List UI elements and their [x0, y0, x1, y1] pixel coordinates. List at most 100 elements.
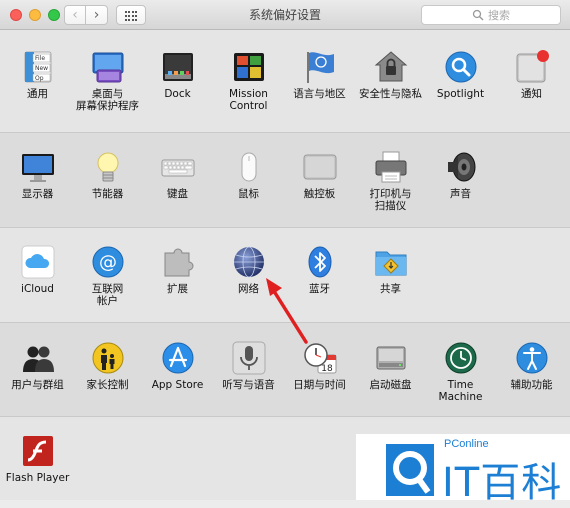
section-hardware: 显示器 节能器 键盘 鼠标 触控板 打印机与 扫描仪 声音: [0, 132, 570, 227]
pane-label: 家长控制: [86, 379, 129, 391]
pane-label: 听写与语音: [222, 379, 275, 391]
close-window-button[interactable]: [10, 9, 22, 21]
display-icon: [21, 150, 55, 184]
printer-icon: [374, 150, 408, 184]
svg-text:@: @: [99, 252, 117, 273]
pane-printers-scanners[interactable]: 打印机与 扫描仪: [355, 150, 426, 212]
pane-label: 通用: [27, 88, 48, 100]
pane-label: 显示器: [21, 188, 54, 200]
pane-general[interactable]: File New Op 通用: [2, 50, 73, 100]
keyboard-icon: [161, 150, 195, 184]
pane-label: Flash Player: [5, 472, 70, 484]
pane-displays[interactable]: 显示器: [2, 150, 73, 200]
pane-label: 共享: [380, 283, 401, 295]
watermark-brand: PConline: [444, 438, 489, 450]
pane-startup-disk[interactable]: 启动磁盘: [355, 341, 426, 391]
grid-icon: [125, 11, 137, 21]
minimize-window-button[interactable]: [29, 9, 41, 21]
bulb-icon: [91, 150, 125, 184]
show-all-button[interactable]: [116, 5, 146, 25]
pane-mission-control[interactable]: Mission Control: [213, 50, 284, 112]
microphone-icon: [232, 341, 266, 375]
disk-icon: [374, 341, 408, 375]
pane-energy-saver[interactable]: 节能器: [72, 150, 143, 200]
pane-network[interactable]: 网络: [213, 245, 284, 295]
pane-time-machine[interactable]: Time Machine: [425, 341, 496, 403]
zoom-window-button[interactable]: [48, 9, 60, 21]
pane-sound[interactable]: 声音: [425, 150, 496, 200]
pane-mouse[interactable]: 鼠标: [213, 150, 284, 200]
pane-icloud[interactable]: iCloud: [2, 245, 73, 295]
forward-button[interactable]: ›: [86, 5, 108, 25]
pane-language-region[interactable]: 语言与地区: [284, 50, 355, 100]
section-personal: File New Op 通用 桌面与 屏幕保护程序 Dock Mission Con…: [0, 30, 570, 132]
pane-app-store[interactable]: App Store: [142, 341, 213, 391]
chevron-right-icon: ›: [93, 7, 100, 23]
search-placeholder: 搜索: [488, 9, 510, 22]
flag-icon: [303, 50, 337, 84]
at-icon: @: [91, 245, 125, 279]
pane-users-groups[interactable]: 用户与群组: [2, 341, 73, 391]
pane-label: 启动磁盘: [369, 379, 412, 391]
pane-flash-player[interactable]: Flash Player: [2, 434, 73, 484]
watermark-logo-icon: [386, 444, 434, 496]
speaker-icon: [444, 150, 478, 184]
pane-accessibility[interactable]: 辅助功能: [496, 341, 567, 391]
pane-dictation-speech[interactable]: 听写与语音: [213, 341, 284, 391]
pane-sharing[interactable]: 共享: [355, 245, 426, 295]
general-icon-file: File: [35, 55, 45, 62]
app-store-icon: [161, 341, 195, 375]
notifications-icon: [515, 50, 549, 84]
pane-label: 安全性与隐私: [359, 88, 422, 100]
pane-label: Spotlight: [436, 88, 485, 100]
pane-label: 触控板: [303, 188, 336, 200]
pane-extensions[interactable]: 扩展: [142, 245, 213, 295]
time-machine-icon: [444, 341, 478, 375]
pane-bluetooth[interactable]: 蓝牙: [284, 245, 355, 295]
users-icon: [21, 341, 55, 375]
pane-label: 声音: [450, 188, 471, 200]
chevron-left-icon: ‹: [72, 7, 78, 23]
pane-label: Time Machine: [438, 379, 483, 403]
pane-label: 桌面与 屏幕保护程序: [76, 88, 139, 112]
pane-label: 鼠标: [238, 188, 259, 200]
pane-trackpad[interactable]: 触控板: [284, 150, 355, 200]
general-icon-op: Op: [35, 75, 44, 82]
mission-control-icon: [232, 50, 266, 84]
pane-parental-controls[interactable]: 家长控制: [72, 341, 143, 391]
pane-keyboard[interactable]: 键盘: [142, 150, 213, 200]
pane-label: 蓝牙: [309, 283, 330, 295]
flash-icon: [21, 434, 55, 468]
pane-label: Mission Control: [229, 88, 268, 112]
search-icon: [472, 9, 484, 21]
sharing-folder-icon: [374, 245, 408, 279]
magnifier-icon: [444, 50, 478, 84]
accessibility-icon: [515, 341, 549, 375]
clock-calendar-icon: 18: [303, 341, 337, 375]
parental-icon: [91, 341, 125, 375]
pane-label: 网络: [238, 283, 259, 295]
pane-label: 扩展: [167, 283, 188, 295]
pane-desktop-screensaver[interactable]: 桌面与 屏幕保护程序: [72, 50, 143, 112]
watermark-title: IT百科: [442, 460, 563, 506]
pane-label: App Store: [151, 379, 204, 391]
pane-internet-accounts[interactable]: @ 互联网 帐户: [72, 245, 143, 307]
section-internet: iCloud @ 互联网 帐户 扩展 网络 蓝牙 共享: [0, 227, 570, 322]
title-bar: ‹ › 系统偏好设置 搜索: [0, 0, 570, 30]
pane-notifications[interactable]: 通知: [496, 50, 567, 100]
search-field[interactable]: 搜索: [421, 5, 561, 25]
back-button[interactable]: ‹: [64, 5, 86, 25]
pane-label: 语言与地区: [293, 88, 346, 100]
watermark: PConline IT百科: [356, 434, 570, 506]
globe-icon: [232, 245, 266, 279]
calendar-day-number: 18: [321, 364, 333, 374]
trackpad-icon: [303, 150, 337, 184]
pane-dock[interactable]: Dock: [142, 50, 213, 100]
pane-spotlight[interactable]: Spotlight: [425, 50, 496, 100]
bluetooth-icon: [303, 245, 337, 279]
pane-label: 节能器: [91, 188, 124, 200]
cloud-icon: [21, 245, 55, 279]
pane-date-time[interactable]: 18 日期与时间: [284, 341, 355, 391]
pane-label: 打印机与 扫描仪: [369, 188, 412, 212]
pane-security-privacy[interactable]: 安全性与隐私: [355, 50, 426, 100]
